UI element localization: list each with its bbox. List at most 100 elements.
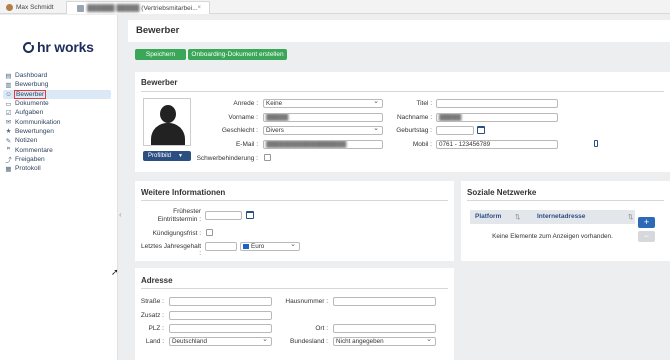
last-name-value: █████ [439,114,462,121]
tab-label-redacted: ██████ █████ [87,4,140,12]
applicant-icon: ☺ [5,90,12,98]
mouse-cursor-icon: ➚ [111,267,119,277]
section-title: Weitere Informationen [141,188,226,197]
last-salary-field[interactable] [205,242,237,251]
profile-picture-button[interactable]: Profilbild ▼ [143,151,191,161]
notes-icon: ✎ [5,137,12,145]
divider [467,200,664,201]
add-button[interactable]: + [638,217,655,228]
last-salary-label: Letztes Jahresgehalt : [141,243,201,257]
postcode-field[interactable] [169,324,272,333]
sidebar-item-freigaben[interactable]: ⤴ Freigaben [3,155,111,165]
column-platform[interactable]: Platform [475,213,501,220]
share-icon: ⤴ [5,157,12,165]
sidebar-item-notizen[interactable]: ✎ Notizen [3,136,111,145]
close-icon[interactable]: × [197,5,201,11]
tab-max-schmidt[interactable]: Max Schmidt [6,1,64,14]
email-field[interactable]: ██████████████████ [263,140,383,149]
sidebar-item-protokoll[interactable]: ▦ Protokoll [3,164,111,173]
salutation-select[interactable]: Keine [263,99,383,108]
sidebar-item-label: Dashboard [15,72,48,80]
sidebar-item-bewerbung[interactable]: ▥ Bewerbung [3,80,111,89]
postcode-label: PLZ : [148,325,164,332]
gender-select[interactable]: Divers [263,126,383,135]
page-header: Bewerber [128,20,670,42]
title-field[interactable] [436,99,558,108]
star-icon: ★ [5,128,12,136]
currency-select[interactable]: Euro [240,242,300,251]
start-date-label-1: Frühester [173,208,201,215]
sidebar-item-dashboard[interactable]: ▤ Dashboard [3,71,111,80]
tab-label: (Vertriebsmitarbei... [141,4,198,12]
currency-value: Euro [251,243,265,250]
last-name-label: Nachname : [396,114,432,121]
salutation-label: Anrede : [233,100,258,107]
city-field[interactable] [333,324,436,333]
document-icon [77,4,84,12]
section-title: Bewerber [141,78,178,87]
social-networks-table-header: Platform ⇅ Internetadresse ⇅ [470,210,635,224]
house-number-label: Hausnummer : [285,298,328,305]
start-date-label-2: Eintrittstermin : [157,216,201,223]
save-button[interactable]: Speichern [135,49,186,60]
sort-icon[interactable]: ⇅ [628,213,633,221]
notice-period-label: Kündigungsfrist : [152,230,201,237]
first-name-field[interactable]: █████ [263,113,383,122]
sidebar-item-label: Kommentare [15,146,53,154]
sort-icon[interactable]: ⇅ [515,213,520,221]
disability-checkbox[interactable] [264,154,271,161]
comments-icon: ❞ [6,147,11,155]
sidebar-item-dokumente[interactable]: ▭ Dokumente [3,99,111,108]
email-value: ██████████████████ [266,141,347,148]
birthday-field[interactable] [436,126,474,135]
sidebar-item-label: Aufgaben [15,109,44,117]
tasks-icon: ☑ [5,109,12,117]
gender-label: Geschlecht : [221,127,258,134]
mobile-field[interactable]: 0761 - 123456789 [436,140,558,149]
application-icon: ▥ [5,81,12,89]
sidebar-item-bewerber[interactable]: ☺ Bewerber [3,89,111,99]
avatar-body-icon [151,123,185,145]
calendar-icon[interactable] [477,126,485,134]
sidebar-item-bewertungen[interactable]: ★ Bewertungen [3,127,111,136]
sidebar-item-label: Dokumente [15,100,49,108]
house-number-field[interactable] [333,297,436,306]
person-icon [6,4,13,11]
city-label: Ort : [315,325,328,332]
sidebar-item-label: Bewerbung [15,81,49,89]
disability-label: Schwerbehinderung : [196,155,258,162]
country-select[interactable]: Deutschland [169,337,272,346]
sidebar-item-label: Notizen [15,137,38,145]
sidebar-item-kommunikation[interactable]: ✉ Kommunikation [3,117,111,127]
profile-picture-label: Profilbild [148,153,172,159]
sidebar-item-aufgaben[interactable]: ☑ Aufgaben [3,108,111,117]
street-field[interactable] [169,297,272,306]
create-onboarding-document-button[interactable]: Onboarding-Dokument erstellen [188,49,287,60]
chevron-down-icon: ▼ [178,153,183,159]
remove-button[interactable]: − [638,231,655,242]
collapse-sidebar-icon[interactable]: ‹ [119,210,127,226]
birthday-label: Geburtstag : [396,127,432,134]
tab-bar: Max Schmidt ██████ █████ (Vertriebsmitar… [0,0,670,14]
first-name-value: █████ [266,114,289,121]
sidebar-item-label: Bewerber [13,89,47,99]
sidebar-item-kommentare[interactable]: ❞ Kommentare [3,145,111,155]
dashboard-icon: ▤ [5,72,12,80]
column-internet-address[interactable]: Internetadresse [537,213,585,220]
section-title: Soziale Netzwerke [467,188,537,197]
sidebar-item-label: Kommunikation [15,118,61,126]
phone-icon[interactable] [594,140,598,147]
sidebar-nav: ▤ Dashboard ▥ Bewerbung ☺ Bewerber ▭ Dokumente ☑… [3,71,111,173]
last-name-field[interactable]: █████ [436,113,558,122]
calendar-icon[interactable] [246,211,254,219]
tab-label: Max Schmidt [16,4,54,11]
state-select[interactable]: Nicht angegeben [333,337,436,346]
page-title: Bewerber [136,25,180,36]
divider [141,200,448,201]
sidebar: hr works ▤ Dashboard ▥ Bewerbung ☺ Bewerber ▭ D… [0,15,118,360]
start-date-field[interactable] [205,211,242,220]
tab-vertriebsmitarbeiter[interactable]: ██████ █████ (Vertriebsmitarbei... × [66,1,210,14]
notice-period-checkbox[interactable] [206,229,213,236]
communication-icon: ✉ [5,119,12,127]
addition-field[interactable] [169,311,272,320]
